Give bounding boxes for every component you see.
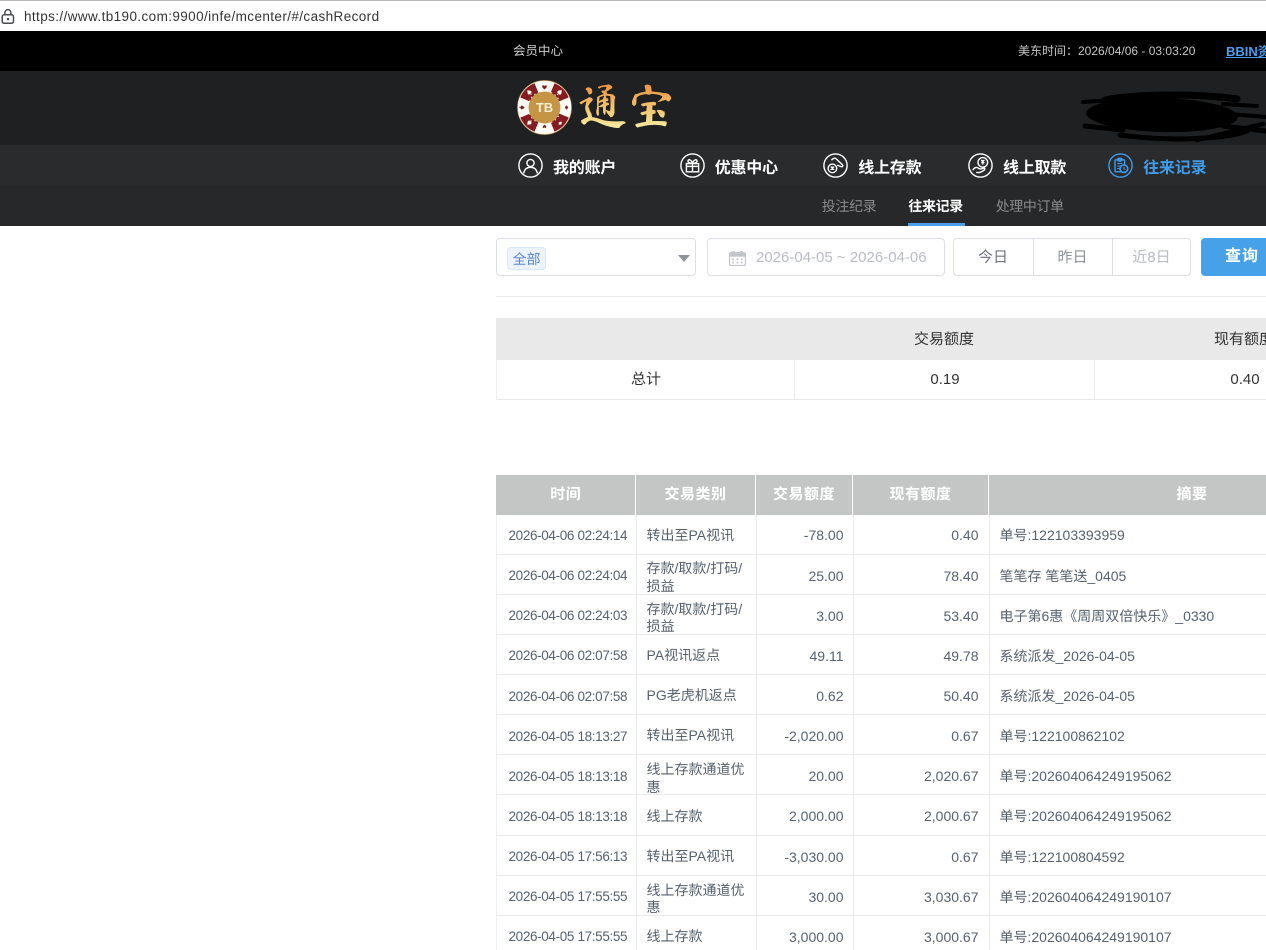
svg-text:TB: TB [535,100,552,115]
